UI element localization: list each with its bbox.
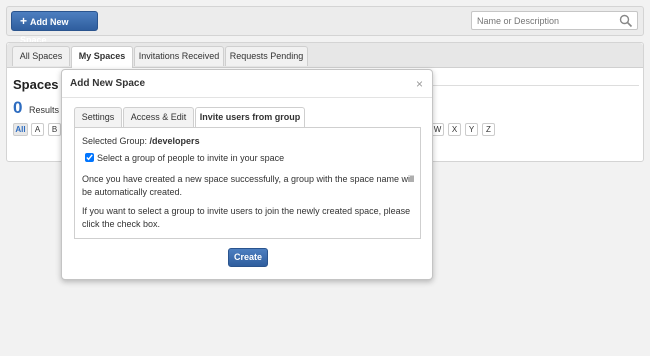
tab-settings[interactable]: Settings <box>74 107 122 127</box>
main-tab-strip: All Spaces My Spaces Invitations Receive… <box>7 43 643 68</box>
search-box[interactable] <box>471 11 638 30</box>
results-label: Results a <box>29 105 61 115</box>
add-new-space-button[interactable]: + Add New Space <box>11 11 98 45</box>
tab-invite-users-from-group[interactable]: Invite users from group <box>195 107 305 128</box>
invite-group-option: Select a group of people to invite in yo… <box>85 153 284 163</box>
selected-group-label: Selected Group: <box>82 136 150 146</box>
letter-filter-z[interactable]: Z <box>482 123 495 136</box>
tab-invitations-received[interactable]: Invitations Received <box>134 46 224 66</box>
create-button[interactable]: Create <box>228 248 268 267</box>
letter-filter-y[interactable]: Y <box>465 123 478 136</box>
tab-requests-pending[interactable]: Requests Pending <box>225 46 308 66</box>
add-new-space-dialog: Add New Space × Settings Access & Edit I… <box>61 69 433 280</box>
plus-icon: + <box>20 14 28 28</box>
letter-filter-all[interactable]: All <box>13 123 28 136</box>
dialog-title: Add New Space <box>70 78 146 89</box>
search-input[interactable] <box>472 12 617 29</box>
letter-filter-b[interactable]: B <box>48 123 61 136</box>
results-count: 0 <box>13 98 23 117</box>
search-icon[interactable] <box>619 14 633 28</box>
selected-group-value: /developers <box>149 136 200 146</box>
invite-tab-content: Selected Group: /developers Select a gro… <box>74 127 421 239</box>
heading-divider <box>433 85 639 86</box>
invite-group-checkbox-label[interactable]: Select a group of people to invite in yo… <box>97 153 284 163</box>
letter-filter-a[interactable]: A <box>31 123 44 136</box>
info-paragraph-check-box: If you want to select a group to invite … <box>82 206 411 229</box>
tab-all-spaces[interactable]: All Spaces <box>12 46 70 66</box>
add-new-space-label: Add New Space <box>20 17 69 45</box>
info-paragraph-group-created: Once you have created a new space succes… <box>82 174 415 197</box>
spaces-heading: Spaces F <box>13 77 65 92</box>
close-icon[interactable]: × <box>416 77 423 91</box>
invite-group-checkbox[interactable] <box>85 153 94 162</box>
selected-group: Selected Group: /developers <box>82 136 200 146</box>
dialog-header-divider <box>62 97 432 98</box>
top-toolbar: + Add New Space <box>6 6 644 45</box>
tab-access-edit[interactable]: Access & Edit <box>123 107 194 127</box>
letter-filter-x[interactable]: X <box>448 123 461 136</box>
tab-my-spaces[interactable]: My Spaces <box>71 46 133 68</box>
